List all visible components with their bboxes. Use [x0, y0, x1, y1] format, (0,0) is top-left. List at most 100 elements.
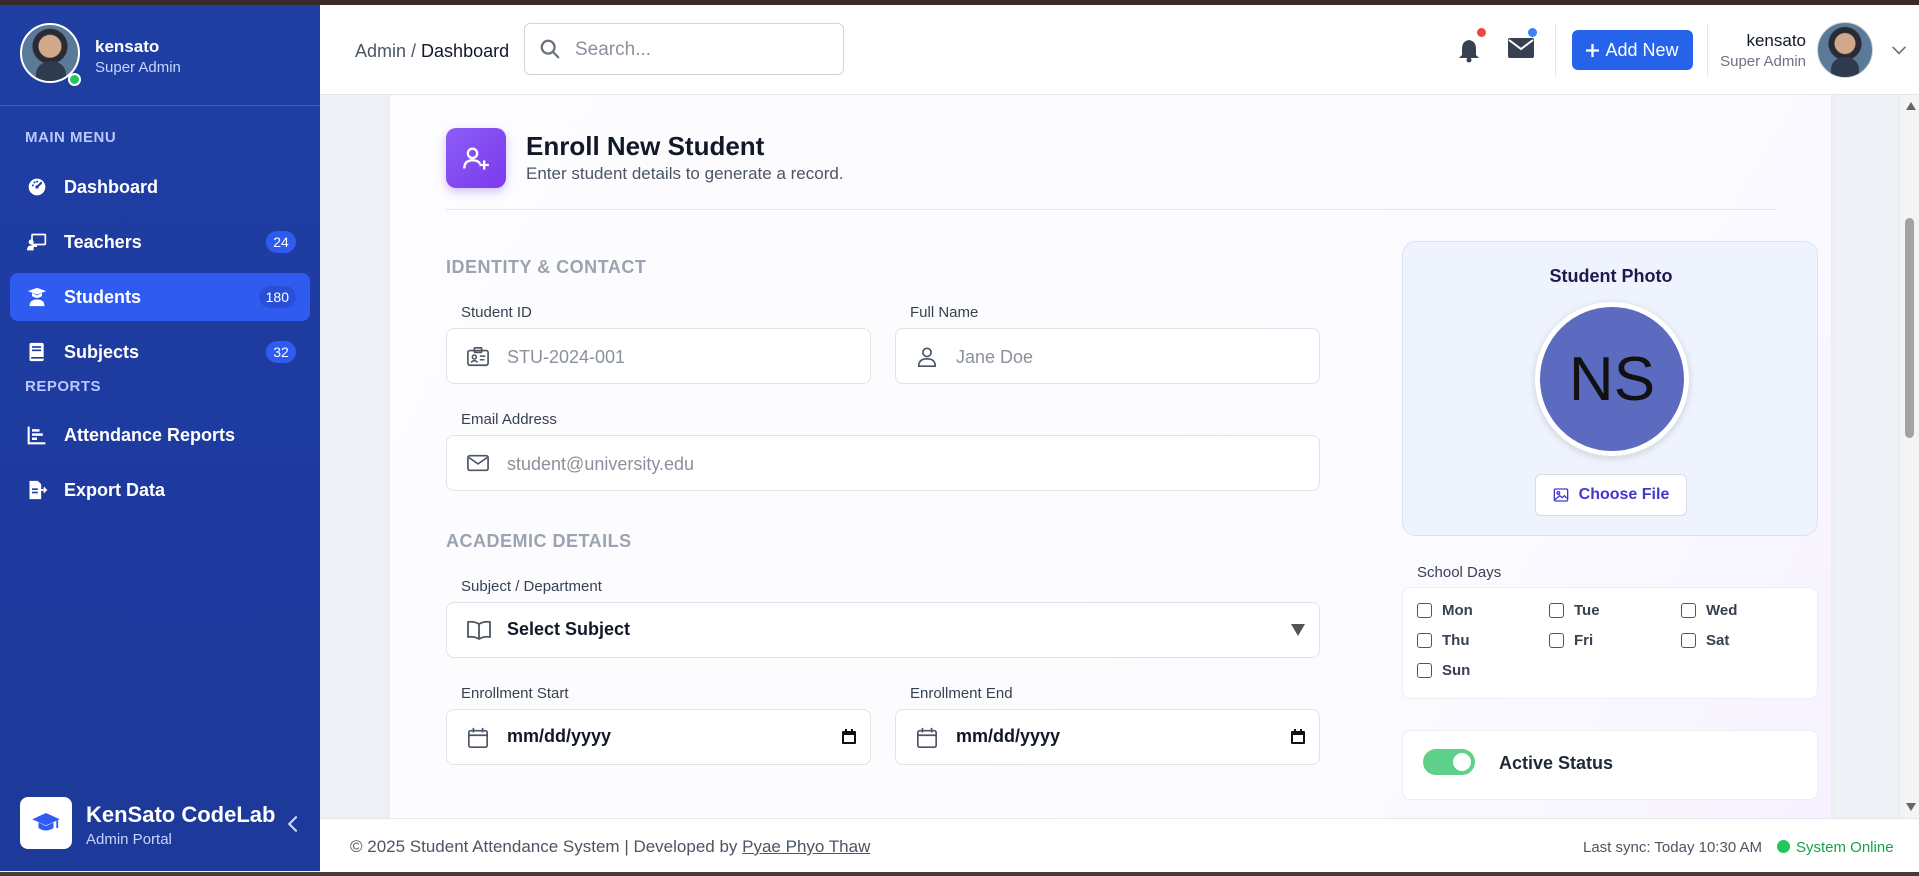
day-label: Wed	[1706, 602, 1738, 619]
sidebar-item-label: Subjects	[64, 341, 140, 362]
sidebar-item-teachers[interactable]: Teachers 24	[10, 218, 310, 266]
brand-name: KenSato CodeLab	[86, 802, 276, 827]
envelope-icon	[467, 454, 489, 472]
student-id-field[interactable]	[446, 328, 871, 384]
breadcrumb: Admin / Dashboard	[355, 41, 509, 62]
search-icon	[540, 39, 560, 59]
brand-subtitle: Admin Portal	[86, 831, 172, 848]
identity-section-title: IDENTITY & CONTACT	[446, 257, 647, 277]
breadcrumb-separator: /	[406, 41, 422, 61]
active-status-toggle[interactable]	[1423, 749, 1475, 775]
school-days-label: School Days	[1417, 564, 1502, 581]
email-input[interactable]	[507, 452, 1207, 476]
checkbox[interactable]	[1681, 603, 1696, 618]
chevron-left-icon[interactable]	[284, 815, 302, 833]
scroll-up-arrow-icon[interactable]	[1906, 102, 1916, 110]
subject-label: Subject / Department	[461, 578, 602, 595]
search-box[interactable]	[524, 23, 844, 75]
sidebar-item-attendance-reports[interactable]: Attendance Reports	[10, 411, 310, 459]
subject-select[interactable]: Select Subject	[446, 602, 1320, 658]
checkbox[interactable]	[1549, 633, 1564, 648]
enrollment-end-label: Enrollment End	[910, 685, 1013, 702]
developer-link[interactable]: Pyae Phyo Thaw	[742, 837, 870, 856]
day-checkbox-sun[interactable]: Sun	[1417, 662, 1470, 679]
date-picker-icon[interactable]	[1290, 729, 1306, 745]
sidebar-item-dashboard[interactable]: Dashboard	[10, 163, 310, 211]
chart-bars-icon	[27, 426, 46, 445]
page-scrollbar[interactable]	[1899, 95, 1919, 818]
choose-file-button[interactable]: Choose File	[1535, 474, 1687, 516]
chevron-down-icon[interactable]	[1891, 42, 1907, 58]
copyright-prefix: © 2025 Student Attendance System | Devel…	[350, 837, 743, 856]
enrollment-start-field[interactable]: mm/dd/yyyy	[446, 709, 871, 765]
day-label: Mon	[1442, 602, 1473, 619]
count-badge: 32	[266, 341, 296, 363]
id-card-icon	[467, 347, 489, 367]
main-content: Enroll New Student Enter student details…	[320, 95, 1899, 818]
chalkboard-teacher-icon	[27, 233, 47, 251]
envelope-icon[interactable]	[1508, 38, 1534, 58]
topbar-user-role: Super Admin	[1720, 53, 1806, 70]
sidebar-user-block: kensato Super Admin	[0, 5, 320, 106]
date-picker-icon[interactable]	[841, 729, 857, 745]
day-label: Sun	[1442, 662, 1471, 679]
active-status-box: Active Status	[1402, 730, 1818, 800]
scroll-down-arrow-icon[interactable]	[1906, 803, 1916, 811]
student-id-input[interactable]	[507, 345, 827, 369]
breadcrumb-root[interactable]: Admin	[355, 41, 406, 61]
checkbox[interactable]	[1681, 633, 1696, 648]
avatar[interactable]	[1817, 22, 1873, 78]
sidebar-item-export-data[interactable]: Export Data	[10, 466, 310, 514]
sidebar-item-subjects[interactable]: Subjects 32	[10, 328, 310, 376]
online-status-icon	[1777, 840, 1790, 853]
full-name-field[interactable]	[895, 328, 1320, 384]
day-label: Thu	[1442, 632, 1470, 649]
email-field[interactable]	[446, 435, 1320, 491]
calendar-icon	[917, 727, 937, 748]
gauge-icon	[28, 178, 46, 196]
form-subtitle: Enter student details to generate a reco…	[526, 164, 844, 183]
last-sync-text: Last sync: Today 10:30 AM	[1583, 839, 1762, 856]
enrollment-start-label: Enrollment Start	[461, 685, 569, 702]
checkbox[interactable]	[1417, 603, 1432, 618]
plus-icon	[1586, 43, 1600, 57]
page-footer: © 2025 Student Attendance System | Devel…	[320, 818, 1919, 872]
search-input[interactable]	[575, 36, 825, 64]
sidebar-user-role: Super Admin	[95, 59, 181, 76]
graduation-cap-icon	[32, 813, 60, 831]
dropdown-caret-icon	[1291, 624, 1305, 636]
school-days-group: Mon Tue Wed Thu Fri Sat Sun	[1402, 587, 1818, 699]
day-checkbox-tue[interactable]: Tue	[1549, 602, 1600, 619]
sidebar-item-label: Attendance Reports	[64, 424, 236, 445]
sidebar-item-label: Dashboard	[64, 176, 159, 197]
sidebar-item-label: Students	[64, 286, 142, 307]
day-checkbox-thu[interactable]: Thu	[1417, 632, 1470, 649]
day-checkbox-fri[interactable]: Fri	[1549, 632, 1593, 649]
reports-heading: REPORTS	[25, 378, 102, 395]
bell-icon[interactable]	[1457, 37, 1481, 63]
day-label: Fri	[1574, 632, 1594, 649]
student-photo-panel: Student Photo NS Choose File	[1402, 241, 1818, 536]
scrollbar-thumb[interactable]	[1905, 218, 1914, 438]
enrollment-end-value: mm/dd/yyyy	[956, 726, 1061, 746]
sidebar-item-students[interactable]: Students 180	[10, 273, 310, 321]
day-checkbox-mon[interactable]: Mon	[1417, 602, 1473, 619]
divider	[1707, 23, 1708, 77]
checkbox[interactable]	[1417, 633, 1432, 648]
full-name-input[interactable]	[956, 345, 1276, 369]
day-checkbox-sat[interactable]: Sat	[1681, 632, 1729, 649]
add-new-label: Add New	[1605, 39, 1679, 60]
subject-select-value: Select Subject	[507, 619, 631, 639]
sidebar: kensato Super Admin MAIN MENU Dashboard …	[0, 5, 320, 871]
full-name-label: Full Name	[910, 304, 979, 321]
checkbox[interactable]	[1549, 603, 1564, 618]
online-status-dot	[68, 73, 81, 86]
header-divider	[446, 209, 1776, 210]
checkbox[interactable]	[1417, 663, 1432, 678]
photo-title: Student Photo	[1549, 266, 1673, 286]
add-new-button[interactable]: Add New	[1572, 30, 1693, 70]
enroll-form-card: Enroll New Student Enter student details…	[390, 95, 1831, 818]
day-checkbox-wed[interactable]: Wed	[1681, 602, 1737, 619]
open-book-icon	[467, 620, 491, 640]
enrollment-end-field[interactable]: mm/dd/yyyy	[895, 709, 1320, 765]
